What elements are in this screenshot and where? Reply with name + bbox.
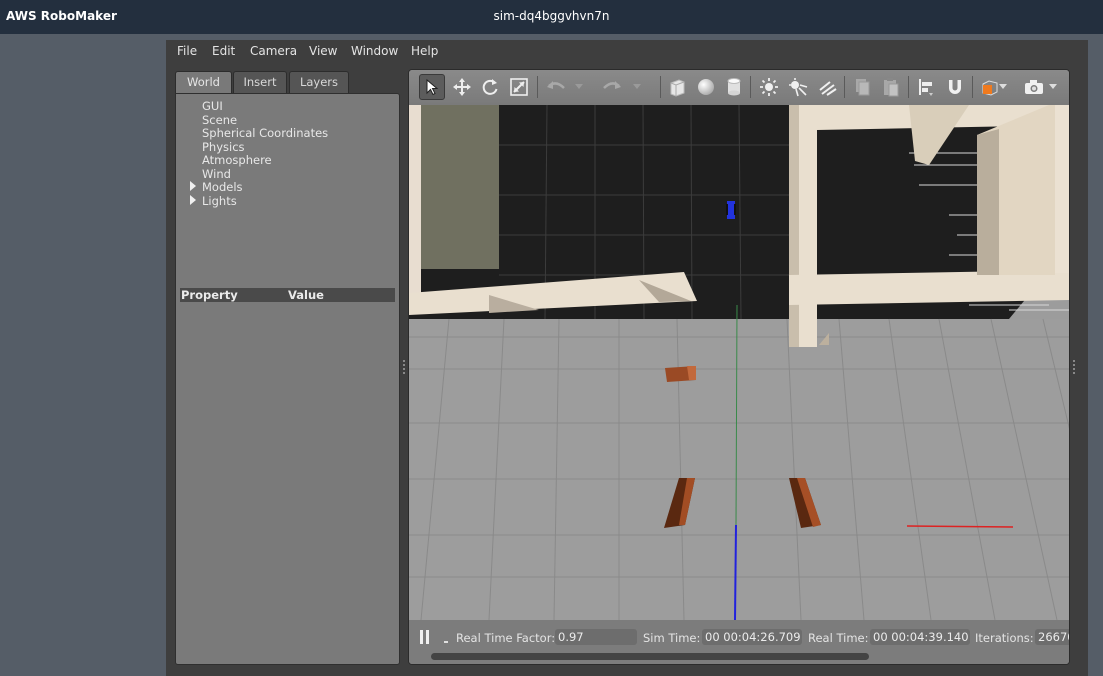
redo-icon[interactable]: [599, 74, 625, 100]
world-panel: GUI Scene Spherical Coordinates Physics …: [175, 93, 400, 665]
screenshot-dropdown-icon[interactable]: [1047, 74, 1059, 100]
sim-time-value: 00 00:04:26.709: [702, 629, 802, 645]
tab-layers[interactable]: Layers: [289, 71, 349, 93]
sphere-shape-icon[interactable]: [693, 74, 719, 100]
menu-file[interactable]: File: [177, 44, 197, 58]
app-bar: AWS RoboMaker sim-dq4bggvhvn7n: [0, 0, 1103, 34]
menu-bar: File Edit Camera View Window Help: [166, 40, 1088, 62]
translate-mode-icon[interactable]: [449, 74, 475, 100]
tree-item-models[interactable]: Models: [202, 180, 243, 194]
select-mode-icon[interactable]: [419, 74, 445, 100]
undo-dropdown-icon[interactable]: [572, 74, 586, 100]
tree-item-atmosphere[interactable]: Atmosphere: [202, 153, 272, 167]
menu-edit[interactable]: Edit: [212, 44, 235, 58]
point-light-icon[interactable]: [756, 74, 782, 100]
box-shape-icon[interactable]: [664, 74, 690, 100]
align-icon[interactable]: [913, 74, 939, 100]
cylinder-shape-icon[interactable]: [721, 74, 747, 100]
iterations-label: Iterations:: [975, 631, 1034, 645]
status-bar: Real Time Factor: 0.97 Sim Time: 00 00:0…: [409, 620, 1069, 664]
viewport-toolbar: [409, 70, 1069, 105]
rotate-mode-icon[interactable]: [477, 74, 503, 100]
expand-arrow-icon[interactable]: [190, 195, 196, 205]
screenshot-camera-icon[interactable]: [1021, 74, 1047, 100]
tree-item-scene[interactable]: Scene: [202, 113, 237, 127]
pause-icon[interactable]: [419, 630, 431, 644]
view-angle-dropdown-icon[interactable]: [997, 74, 1009, 100]
menu-window[interactable]: Window: [351, 44, 398, 58]
spot-light-icon[interactable]: [785, 74, 811, 100]
real-time-label: Real Time:: [808, 631, 869, 645]
tree-item-lights[interactable]: Lights: [202, 194, 237, 208]
right-splitter-handle[interactable]: [1073, 360, 1075, 374]
redo-dropdown-icon[interactable]: [630, 74, 644, 100]
real-time-factor-label: Real Time Factor:: [456, 631, 556, 645]
render-viewport: Real Time Factor: 0.97 Sim Time: 00 00:0…: [408, 69, 1070, 665]
tree-item-spherical-coordinates[interactable]: Spherical Coordinates: [202, 126, 328, 140]
real-time-factor-value: 0.97: [555, 629, 637, 645]
menu-camera[interactable]: Camera: [250, 44, 297, 58]
tree-item-physics[interactable]: Physics: [202, 140, 245, 154]
tree-item-wind[interactable]: Wind: [202, 167, 231, 181]
property-table-header: Property Value: [180, 288, 395, 302]
undo-icon[interactable]: [543, 74, 569, 100]
directional-light-icon[interactable]: [814, 74, 840, 100]
tree-item-gui[interactable]: GUI: [202, 99, 223, 113]
menu-view[interactable]: View: [309, 44, 337, 58]
snap-magnet-icon[interactable]: [942, 74, 968, 100]
scale-mode-icon[interactable]: [506, 74, 532, 100]
menu-help[interactable]: Help: [411, 44, 438, 58]
horizontal-scrollbar[interactable]: [431, 653, 869, 660]
sim-time-label: Sim Time:: [643, 631, 701, 645]
paste-icon[interactable]: [878, 74, 904, 100]
left-splitter-handle[interactable]: [403, 360, 405, 374]
value-column-header: Value: [288, 288, 324, 302]
scene-3d-view[interactable]: [409, 105, 1070, 620]
step-handle-icon[interactable]: [444, 641, 448, 643]
tab-world[interactable]: World: [175, 71, 232, 93]
tab-insert[interactable]: Insert: [233, 71, 287, 93]
robot-model[interactable]: [727, 201, 735, 219]
iterations-value: 26670: [1035, 629, 1069, 645]
property-column-header: Property: [181, 288, 238, 302]
simulation-name: sim-dq4bggvhvn7n: [493, 9, 610, 23]
copy-icon[interactable]: [849, 74, 875, 100]
real-time-value: 00 00:04:39.140: [870, 629, 970, 645]
gazebo-window: File Edit Camera View Window Help World …: [166, 40, 1088, 676]
expand-arrow-icon[interactable]: [190, 181, 196, 191]
